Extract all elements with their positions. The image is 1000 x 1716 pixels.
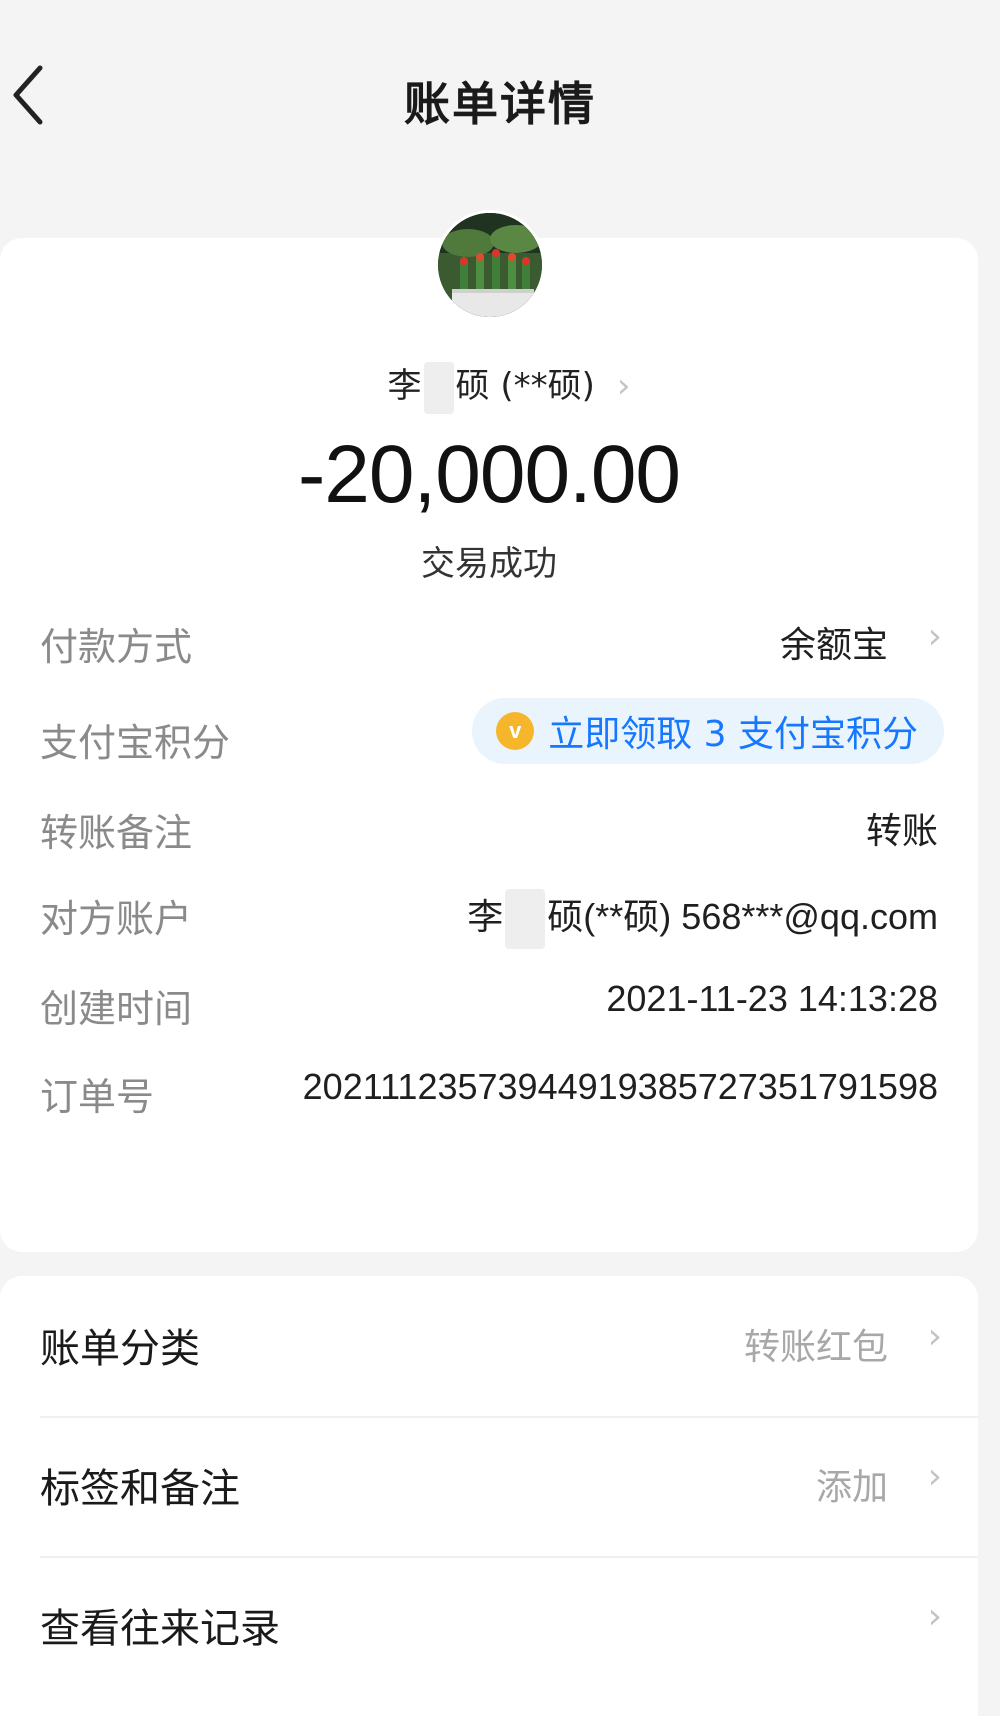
chevron-right-icon: › [616, 366, 631, 406]
payee-avatar[interactable] [435, 210, 545, 320]
claim-points-button[interactable]: v 立即领取 3 支付宝积分 [472, 698, 944, 764]
payee-name-row[interactable]: 李硕 (**硕) › [0, 358, 978, 414]
points-coin-icon: v [496, 712, 535, 750]
claim-points-text: 立即领取 3 支付宝积分 [548, 714, 918, 755]
chevron-right-icon: › [927, 616, 942, 657]
points-label: 支付宝积分 [40, 721, 231, 765]
order-number-label: 订单号 [40, 1075, 155, 1119]
tags-notes-label: 标签和备注 [40, 1466, 240, 1512]
options-card: 账单分类 转账红包 › 标签和备注 添加 › 查看往来记录 › [0, 1276, 978, 1716]
payee-name-prefix: 李 [387, 366, 422, 406]
chevron-right-icon: › [927, 1456, 942, 1497]
chevron-right-icon: › [927, 1596, 942, 1637]
nav-bar: 账单详情 [0, 40, 1000, 150]
transaction-amount: -20,000.00 [297, 429, 681, 520]
remark-label: 转账备注 [40, 811, 193, 855]
bill-category-label: 账单分类 [40, 1326, 200, 1372]
chevron-right-icon: › [927, 1316, 942, 1357]
payee-name-suffix: 硕 (**硕) [455, 366, 595, 406]
avatar-image [438, 213, 542, 317]
created-time-label: 创建时间 [40, 987, 193, 1031]
bill-category-row[interactable]: 账单分类 转账红包 › [40, 1276, 942, 1404]
created-time-row: 创建时间 2021-11-23 14:13:28 [40, 978, 938, 1038]
account-name-prefix: 李 [467, 896, 504, 937]
account-label: 对方账户 [40, 897, 193, 941]
transaction-status: 交易成功 [421, 544, 557, 584]
order-number-value: 20211123573944919385727351791598 [302, 1066, 938, 1107]
account-name-suffix: 硕(**硕) 568***@qq.com [547, 896, 938, 937]
tags-notes-row[interactable]: 标签和备注 添加 › [40, 1416, 942, 1544]
redaction-block [505, 889, 546, 950]
points-row: 支付宝积分 v 立即领取 3 支付宝积分 [40, 698, 944, 772]
order-number-row: 订单号 20211123573944919385727351791598 [40, 1066, 938, 1126]
remark-value: 转账 [865, 811, 938, 852]
account-row: 对方账户 李 硕(**硕) 568***@qq.com [40, 888, 938, 950]
bill-category-value: 转账红包 [743, 1327, 888, 1368]
payment-method-label: 付款方式 [40, 625, 193, 669]
account-value: 李 硕(**硕) 568***@qq.com [467, 888, 938, 950]
payment-method-value: 余额宝 [779, 625, 888, 666]
remark-row: 转账备注 转账 [40, 802, 938, 862]
payment-method-row[interactable]: 付款方式 余额宝 › [40, 616, 942, 676]
redaction-block [423, 361, 454, 414]
tags-notes-value: 添加 [815, 1467, 888, 1508]
page-title: 账单详情 [404, 77, 596, 131]
transaction-history-row[interactable]: 查看往来记录 › [40, 1556, 942, 1684]
transaction-card: 李硕 (**硕) › -20,000.00 交易成功 付款方式 余额宝 › 支付宝… [0, 210, 978, 1252]
transaction-history-label: 查看往来记录 [40, 1606, 280, 1652]
created-time-value: 2021-11-23 14:13:28 [606, 978, 938, 1019]
status-bar [0, 0, 1000, 16]
